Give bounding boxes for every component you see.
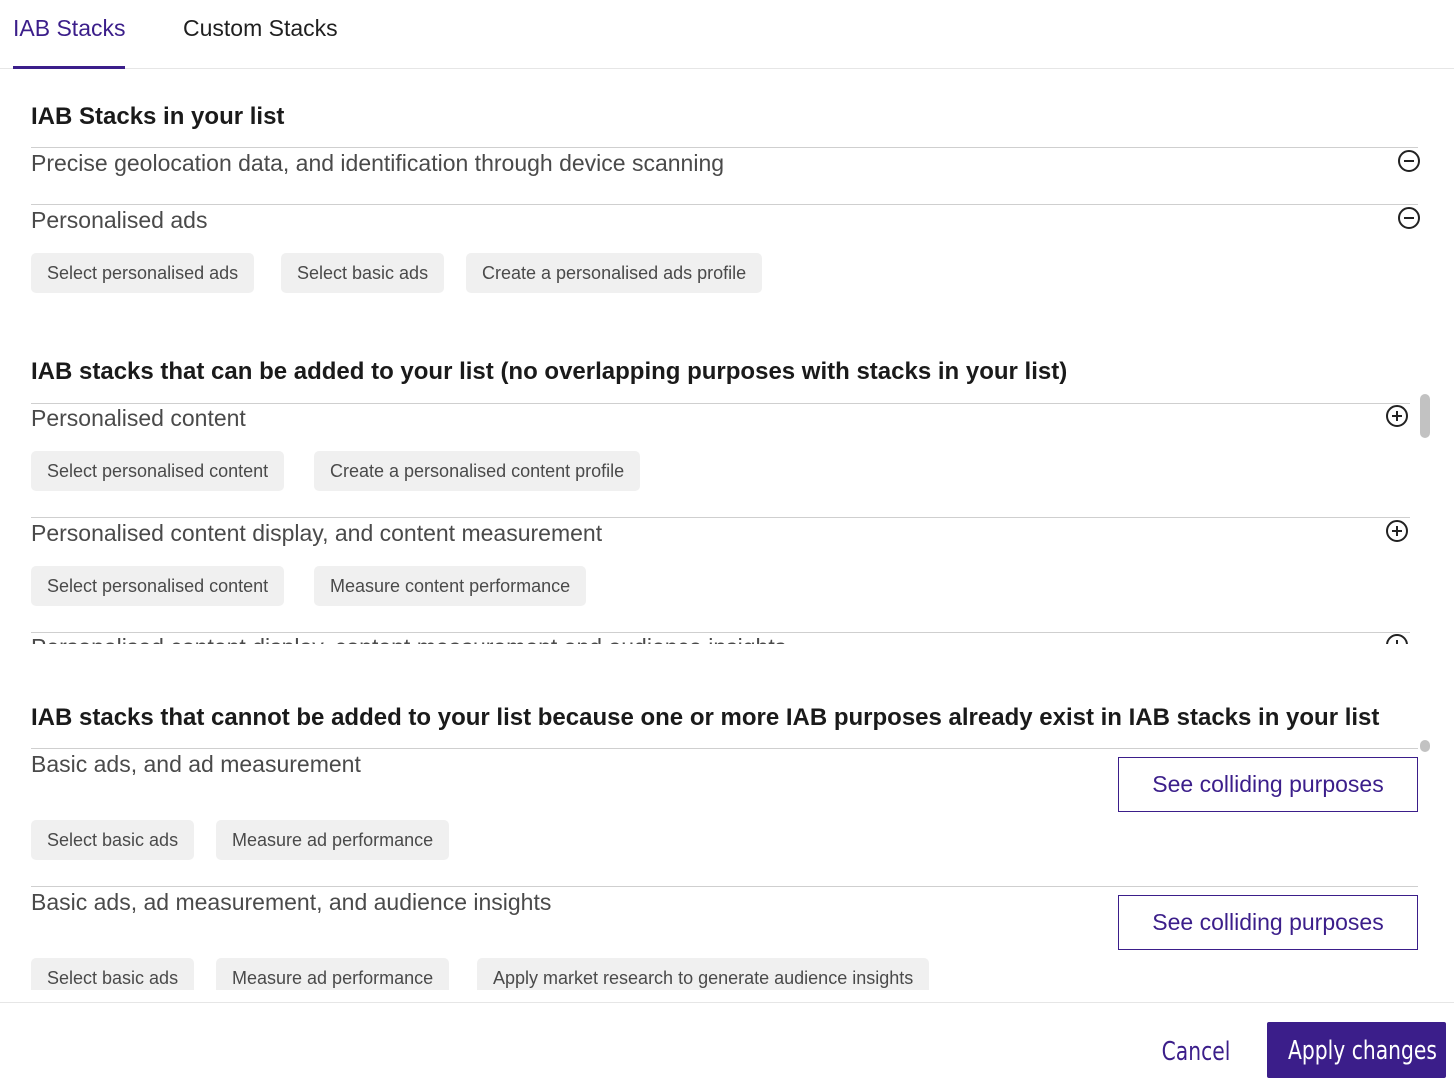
plus-circle-icon[interactable] <box>1386 634 1408 644</box>
divider <box>31 886 1418 887</box>
tab-bar: IAB Stacks Custom Stacks <box>0 0 1454 69</box>
cancel-button[interactable]: Cancel <box>1160 1025 1232 1079</box>
scrollbar-thumb[interactable] <box>1420 394 1430 438</box>
section-title-can-add: IAB stacks that can be added to your lis… <box>31 358 1068 385</box>
can-add-list[interactable]: Personalised content Select personalised… <box>0 400 1454 644</box>
purpose-chip: Select basic ads <box>31 820 195 860</box>
dialog-footer: Cancel Apply changes <box>0 1002 1454 1083</box>
divider <box>31 632 1410 633</box>
purpose-chip: Select personalised ads <box>31 253 255 293</box>
stack-title: Personalised content display, content me… <box>31 634 786 644</box>
divider <box>31 403 1410 404</box>
purpose-chip: Measure ad performance <box>216 820 450 860</box>
purpose-chip: Apply market research to generate audien… <box>477 958 930 990</box>
plus-circle-icon[interactable] <box>1386 405 1408 427</box>
divider <box>31 517 1410 518</box>
stack-title: Personalised content display, and conten… <box>31 520 603 546</box>
plus-circle-icon[interactable] <box>1386 520 1408 542</box>
tab-custom-stacks[interactable]: Custom Stacks <box>183 14 338 66</box>
apply-changes-label: Apply changes <box>1287 1036 1437 1066</box>
divider <box>31 147 1418 148</box>
purpose-chip: Measure ad performance <box>216 958 450 990</box>
see-colliding-purposes-button[interactable]: See colliding purposes <box>1118 895 1418 950</box>
stack-title: Personalised ads <box>31 207 208 233</box>
purpose-chip: Select basic ads <box>281 253 445 293</box>
purpose-chip: Select personalised content <box>31 566 285 606</box>
cannot-add-list[interactable]: Basic ads, and ad measurement See collid… <box>0 748 1454 990</box>
section-title-cannot-add: IAB stacks that cannot be added to your … <box>31 704 1380 731</box>
purpose-chip: Create a personalised ads profile <box>466 253 763 293</box>
purpose-chip: Create a personalised content profile <box>314 451 641 491</box>
purpose-chip: Select personalised content <box>31 451 285 491</box>
tab-iab-stacks[interactable]: IAB Stacks <box>13 14 126 69</box>
stack-title: Basic ads, and ad measurement <box>31 751 361 777</box>
purpose-chip: Measure content performance <box>314 566 587 606</box>
section-title-in-list: IAB Stacks in your list <box>31 103 285 130</box>
purpose-chip: Select basic ads <box>31 958 195 990</box>
see-colliding-purposes-button[interactable]: See colliding purposes <box>1118 757 1418 812</box>
minus-circle-icon[interactable] <box>1398 150 1420 172</box>
stack-title: Personalised content <box>31 405 246 431</box>
stack-title: Precise geolocation data, and identifica… <box>31 150 725 176</box>
apply-changes-button[interactable]: Apply changes <box>1267 1022 1446 1078</box>
stack-title: Basic ads, ad measurement, and audience … <box>31 889 552 915</box>
minus-circle-icon[interactable] <box>1398 207 1420 229</box>
divider <box>31 204 1418 205</box>
